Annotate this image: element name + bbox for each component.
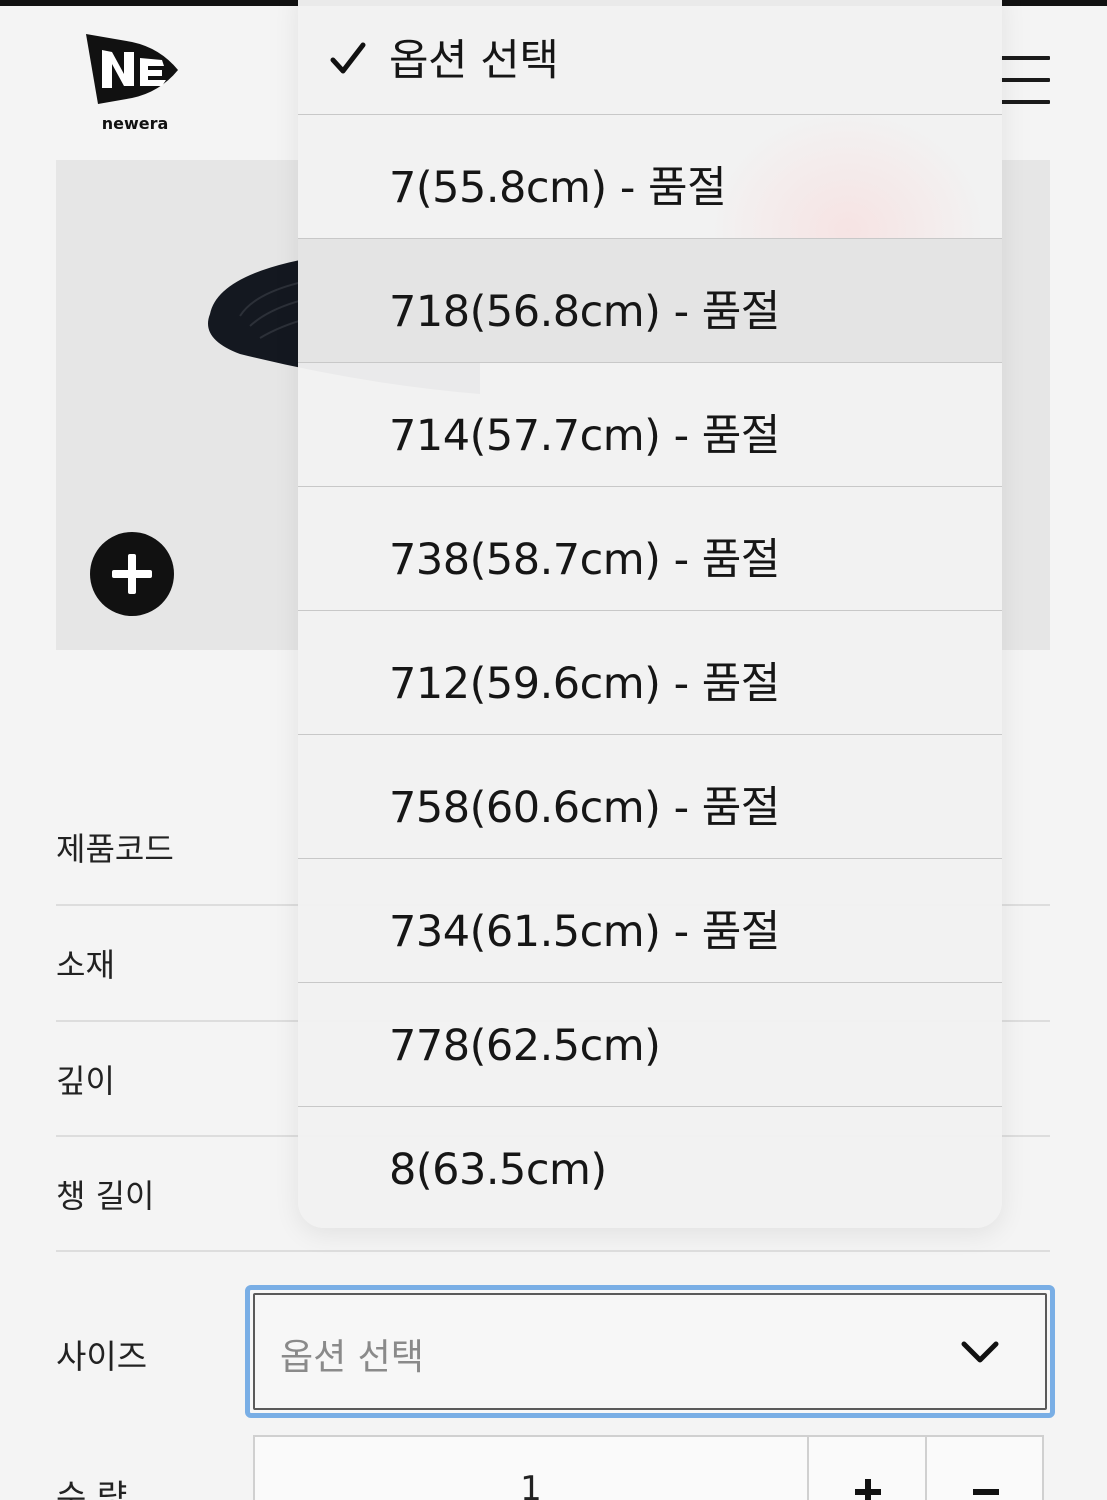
info-label: 소재 [56,946,115,984]
size-option-712[interactable]: 712(59.6cm) - 품절 [298,610,1002,734]
size-option-714[interactable]: 714(57.7cm) - 품절 [298,362,1002,486]
size-option-718[interactable]: 718(56.8cm) - 품절 [298,238,1002,362]
size-option-7[interactable]: 7(55.8cm) - 품절 [298,114,1002,238]
option-label: 734(61.5cm) - 품절 [389,907,780,957]
option-label: 7(55.8cm) - 품절 [389,163,727,213]
logo-wordmark: newera [101,114,169,133]
quantity-stepper: 1 [253,1435,1044,1500]
size-option-placeholder[interactable]: 옵션 선택 [298,0,1002,114]
size-label: 사이즈 [56,1337,148,1376]
option-label: 718(56.8cm) - 품절 [389,287,780,337]
option-label: 758(60.6cm) - 품절 [389,783,780,833]
option-label: 778(62.5cm) [389,1021,661,1071]
option-label: 738(58.7cm) - 품절 [389,535,780,585]
info-label: 제품코드 [56,830,174,868]
size-option-778[interactable]: 778(62.5cm) [298,982,1002,1106]
size-option-8[interactable]: 8(63.5cm) [298,1106,1002,1228]
checkmark-icon [330,42,366,74]
option-label: 714(57.7cm) - 품절 [389,411,780,461]
quantity-plus-button[interactable] [809,1437,925,1500]
option-label: 712(59.6cm) - 품절 [389,659,780,709]
new-era-logo[interactable]: newera [82,30,188,133]
quantity-value[interactable]: 1 [255,1469,807,1500]
size-select[interactable]: 옵션 선택 [245,1285,1055,1418]
size-option-758[interactable]: 758(60.6cm) - 품절 [298,734,1002,858]
quantity-minus-button[interactable] [927,1437,1045,1500]
info-label: 깊이 [56,1062,115,1100]
size-option-738[interactable]: 738(58.7cm) - 품절 [298,486,1002,610]
zoom-plus-button[interactable] [90,532,174,616]
size-select-value: 옵션 선택 [280,1337,424,1378]
new-era-flag-icon [86,34,178,104]
option-label: 8(63.5cm) [389,1145,607,1195]
chevron-down-icon [961,1341,999,1363]
option-label: 옵션 선택 [389,36,559,86]
size-option-734[interactable]: 734(61.5cm) - 품절 [298,858,1002,982]
info-label: 챙 길이 [56,1177,155,1215]
size-options-dropdown: 옵션 선택 7(55.8cm) - 품절 718(56.8cm) - 품절 71… [298,0,1002,1228]
quantity-label: 수 량 [56,1477,128,1500]
hamburger-menu-icon[interactable] [1000,56,1052,106]
